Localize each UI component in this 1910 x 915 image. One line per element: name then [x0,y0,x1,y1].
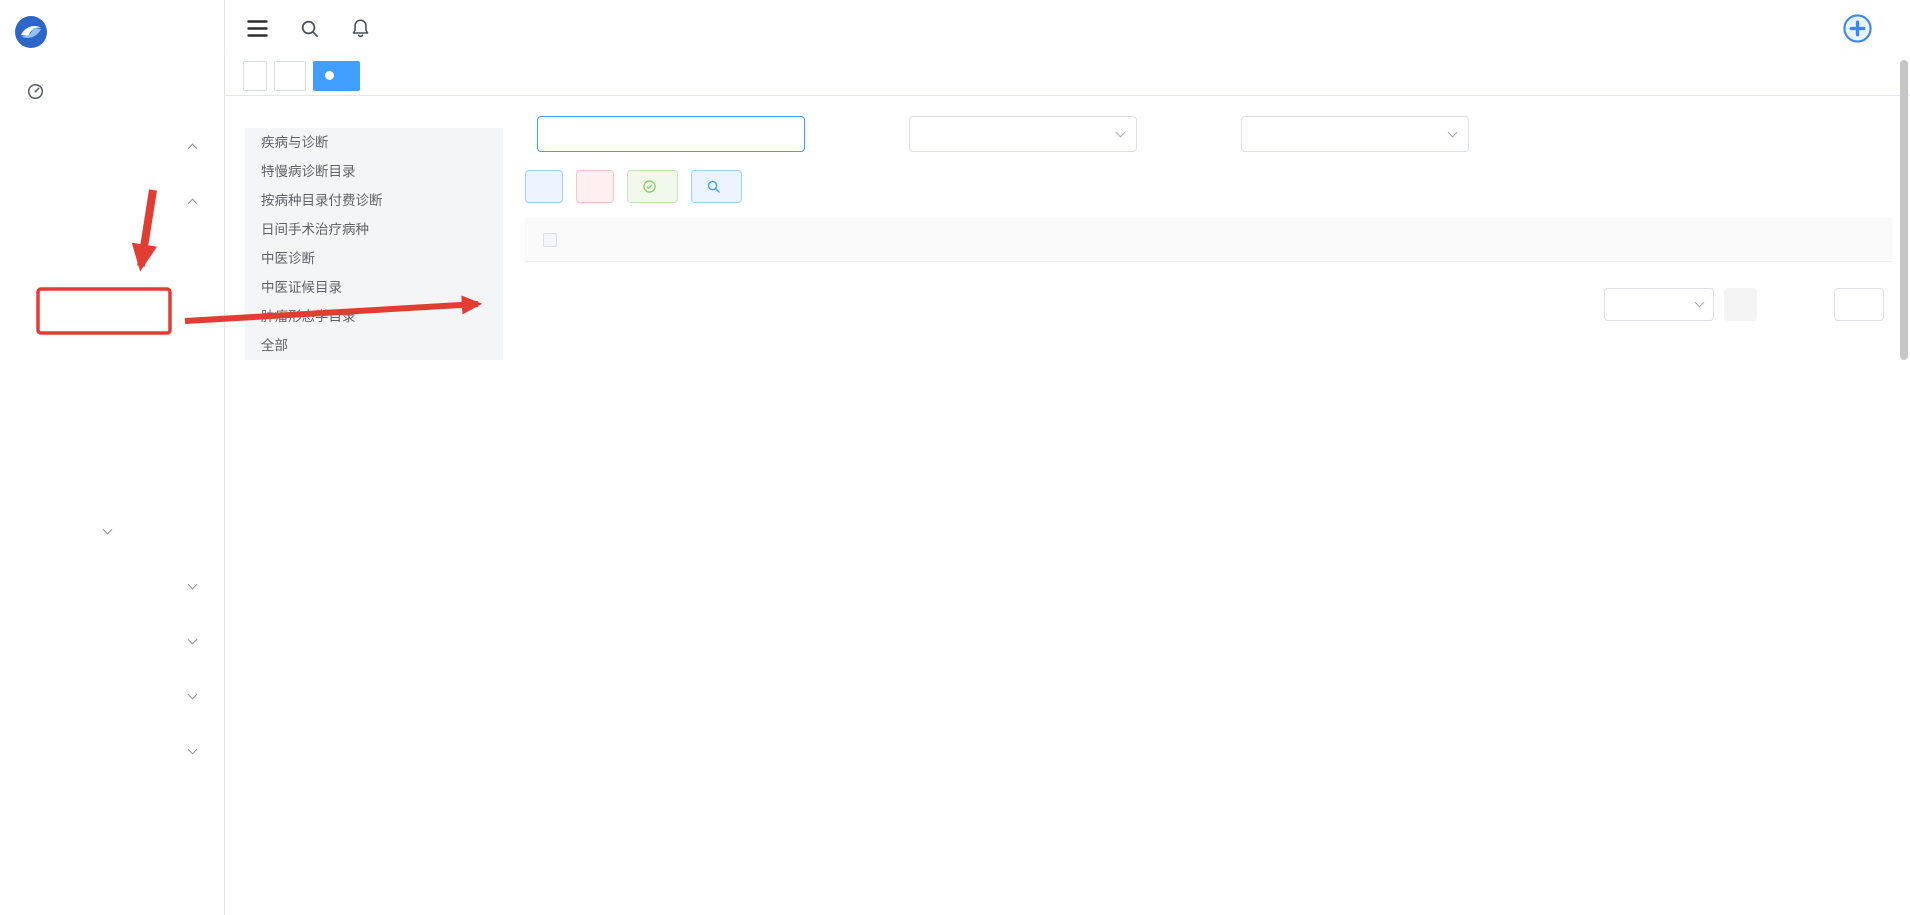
catalog-item[interactable]: 特慢病诊断目录 [245,157,503,186]
search-icon[interactable] [300,19,319,38]
chevron-down-icon [188,580,198,590]
main-area: 疾病与诊断特慢病诊断目录按病种目录付费诊断日间手术治疗病种中医诊断中医证候目录肿… [225,0,1910,915]
catalog-item[interactable]: 全部 [245,331,503,360]
query-button[interactable] [691,170,742,203]
sidebar-item-menu-mgmt[interactable] [0,779,224,834]
app-window: 疾病与诊断特慢病诊断目录按病种目录付费诊断日间手术治疗病种中医诊断中医证候目录肿… [0,0,1910,915]
status-select[interactable] [909,116,1137,152]
chevron-up-icon [188,144,198,154]
sidebar-item-notice[interactable] [0,834,224,889]
next-page-button[interactable] [1777,288,1810,321]
chevron-down-icon [1116,127,1126,137]
sidebar-item-base-data[interactable] [0,614,224,669]
filters-row [525,116,1892,152]
search-icon [707,180,720,193]
catalog-item[interactable]: 肿瘤形态学目录 [245,302,503,331]
goto-page [1826,288,1892,321]
add-item-button[interactable] [525,170,563,203]
pagination [525,288,1892,321]
sidebar-item-consumable-catalog[interactable] [0,394,224,449]
sidebar-menu [0,64,224,889]
sidebar-item-usability-config[interactable] [0,724,224,779]
diagnosis-table [525,217,1892,262]
chevron-down-icon [1448,127,1458,137]
sidebar-item-catalog-compare[interactable] [0,504,224,559]
sidebar-item-catalog-mgmt[interactable] [0,174,224,229]
app-logo [13,14,49,50]
tab-department-mgmt[interactable] [274,61,306,91]
content: 疾病与诊断特慢病诊断目录按病种目录付费诊断日间手术治疗病种中医诊断中医证候目录肿… [225,96,1910,915]
catalog-item[interactable]: 中医诊断 [245,244,503,273]
bell-icon[interactable] [351,18,370,38]
prev-page-button[interactable] [1724,288,1757,321]
diagnosis-type-select[interactable] [1241,116,1469,152]
chevron-down-icon [188,690,198,700]
chevron-down-icon [188,635,198,645]
dashboard-icon [26,83,44,100]
avatar [1842,13,1873,44]
sidebar-item-drug-catalog[interactable] [0,229,224,284]
tab-home[interactable] [243,61,267,91]
sidebar-item-tenant-mgmt[interactable] [0,559,224,614]
sidebar-item-national-code-catalog[interactable] [0,339,224,394]
sidebar [0,0,225,915]
user-menu[interactable] [1842,13,1882,44]
chevron-down-icon [103,525,113,535]
hamburger-icon[interactable] [247,20,268,37]
chevron-up-icon [188,199,198,209]
sidebar-item-treatment-catalog[interactable] [0,449,224,504]
page-size-select[interactable] [1604,288,1714,321]
select-all-checkbox[interactable] [543,233,557,247]
sidebar-item-system-mgmt[interactable] [0,119,224,174]
catalog-item[interactable]: 疾病与诊断 [245,128,503,157]
tab-diagnosis-catalog[interactable] [313,61,360,91]
sidebar-item-home[interactable] [0,64,224,119]
catalog-list: 疾病与诊断特慢病诊断目录按病种目录付费诊断日间手术治疗病种中医诊断中医证候目录肿… [245,128,503,360]
vertical-scrollbar[interactable] [1900,60,1908,360]
sidebar-item-diagnosis-catalog[interactable] [0,284,224,339]
topbar [225,0,1910,56]
table-header [525,217,1892,262]
catalog-item[interactable]: 日间手术治疗病种 [245,215,503,244]
chevron-down-icon [188,745,198,755]
tabs-bar [225,56,1910,96]
catalog-item[interactable]: 按病种目录付费诊断 [245,186,503,215]
app-brand [0,0,224,64]
chevron-down-icon [1695,298,1705,308]
sidebar-item-business-rules[interactable] [0,669,224,724]
disease-catalog-panel: 疾病与诊断特慢病诊断目录按病种目录付费诊断日间手术治疗病种中医诊断中医证候目录肿… [245,116,503,915]
disease-search-input[interactable] [537,116,805,152]
active-tab-dot [325,71,334,80]
goto-page-input[interactable] [1834,288,1884,321]
catalog-item[interactable]: 中医证候目录 [245,273,503,302]
diagnosis-panel [525,116,1892,915]
enable-button[interactable] [627,170,678,203]
toolbar [525,170,1892,203]
disable-button[interactable] [576,170,614,203]
circle-check-icon [643,180,656,193]
